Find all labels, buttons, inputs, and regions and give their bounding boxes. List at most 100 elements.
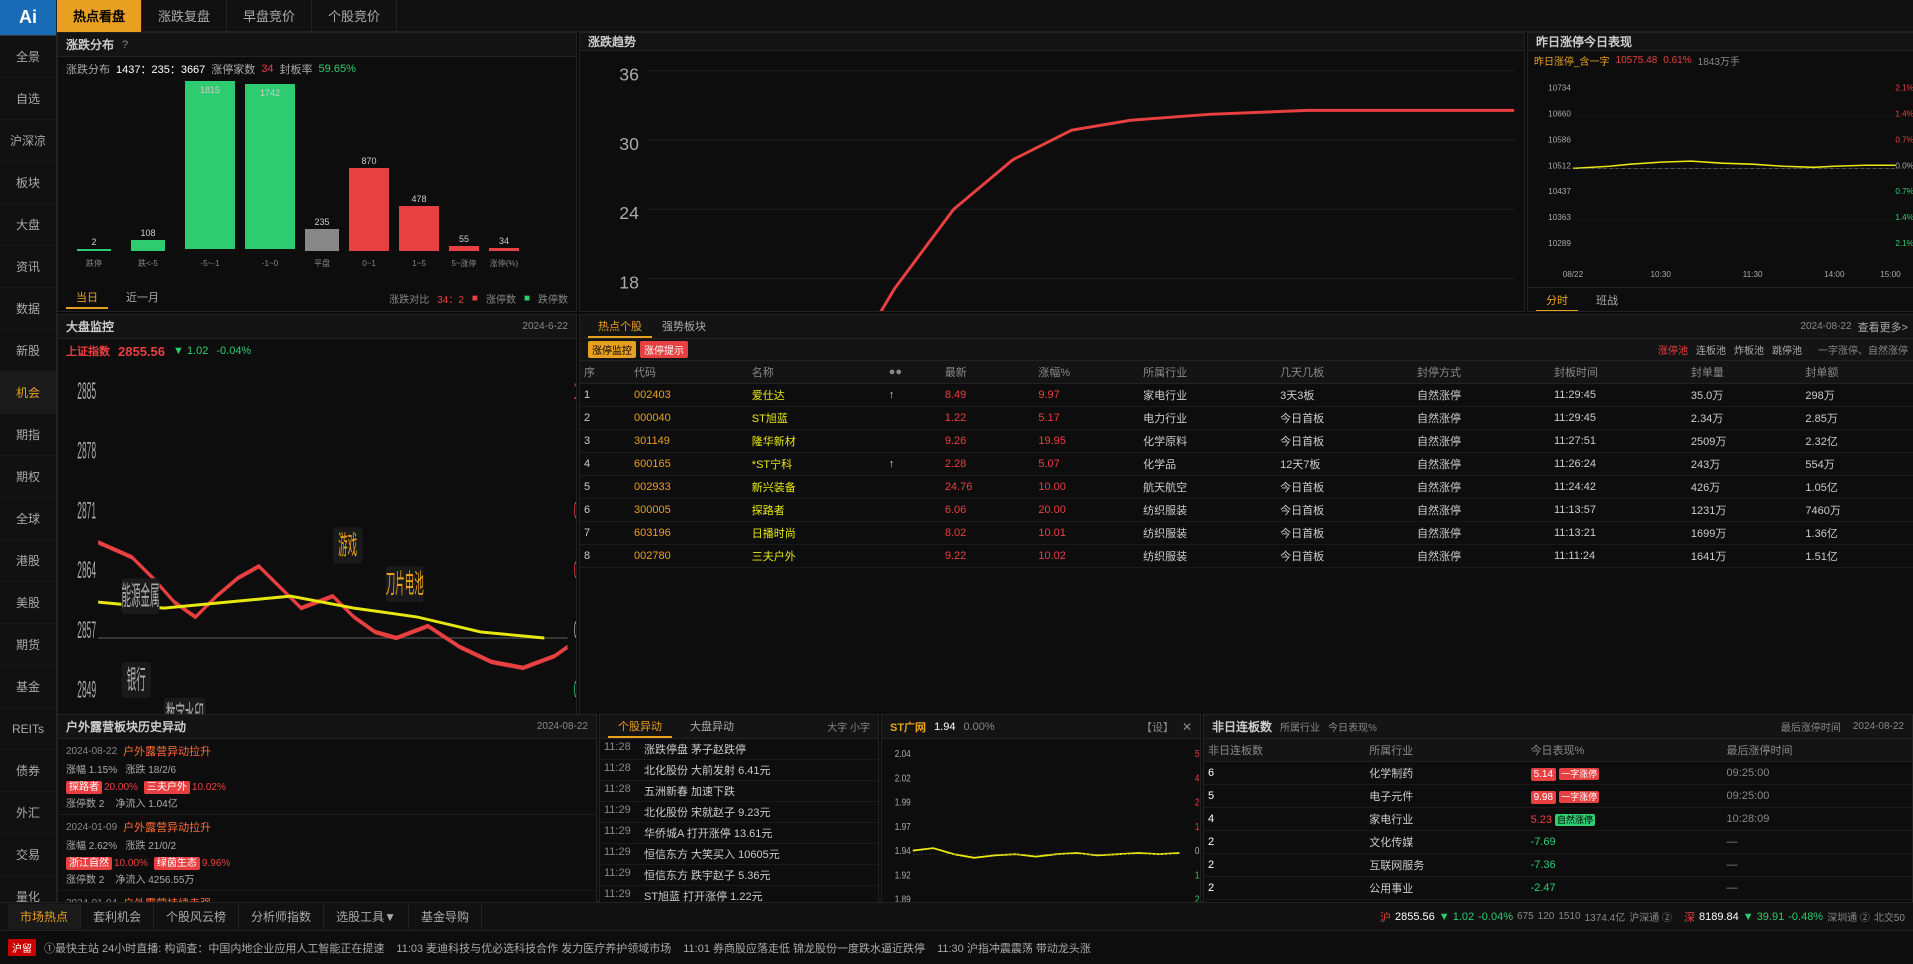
- sidebar-item-dapan[interactable]: 大盘: [0, 204, 56, 246]
- table-row[interactable]: 2 互联网服务 -7.36 —: [1204, 854, 1912, 877]
- tab-morning[interactable]: 早盘竞价: [227, 0, 312, 32]
- sidebar-item-jihui[interactable]: 机会: [0, 372, 56, 414]
- sidebar-item-ganggu[interactable]: 港股: [0, 540, 56, 582]
- subtab-month[interactable]: 近一月: [116, 287, 169, 309]
- table-row[interactable]: 1002403爱仕达↑8.499.97家电行业3天3板自然涨停11:29:453…: [580, 384, 1913, 407]
- svg-text:2.1%: 2.1%: [1895, 84, 1913, 93]
- sidebar-item-reits[interactable]: REITs: [0, 708, 56, 750]
- table-row[interactable]: 3301149隆华新材9.2619.95化学原料今日首板自然涨停11:27:51…: [580, 430, 1913, 453]
- sidebar-item-meigu[interactable]: 美股: [0, 582, 56, 624]
- bottom-tab-套利机会[interactable]: 套利机会: [81, 904, 154, 929]
- table-row[interactable]: 2000040ST旭蓝1.225.17电力行业今日首板自然涨停11:29:452…: [580, 407, 1913, 430]
- news-header: 个股异动 大盘异动 大字 小字: [600, 715, 878, 739]
- filter-pool: 涨停池 连板池 炸板池 跳停池 一字涨停、自然涨停: [1658, 342, 1908, 357]
- table-row[interactable]: 4600165*ST宁科↑2.285.07化学品12天7板自然涨停11:26:2…: [580, 453, 1913, 476]
- hot-stocks-table: 序 代码 名称 ●● 最新 涨幅% 所属行业 几天几板 封停方式 封板时间 封单…: [580, 361, 1913, 568]
- st-settings-btn[interactable]: 【设】: [1141, 719, 1174, 735]
- shenzhen-pct: -0.48%: [1788, 911, 1823, 923]
- subtab-banzhan[interactable]: 班战: [1586, 290, 1628, 312]
- sidebar-item-quanqiu[interactable]: 全球: [0, 498, 56, 540]
- tab-review[interactable]: 涨跌复盘: [142, 0, 227, 32]
- shenzhen-index: 8189.84: [1699, 911, 1739, 923]
- bottom-tab-基金导购[interactable]: 基金导购: [409, 904, 482, 929]
- pool-tiao[interactable]: 跳停池: [1772, 342, 1802, 357]
- table-row[interactable]: 6 化学制药 5.14 一字涨停 09:25:00: [1204, 762, 1912, 785]
- svg-text:24: 24: [619, 203, 639, 223]
- sidebar-item-bankuai[interactable]: 板块: [0, 162, 56, 204]
- history-item: 2024-01-09 户外露营异动拉升 涨幅 2.62% 涨跌 21/0/2 浙…: [58, 815, 596, 891]
- sidebar-item-jijin[interactable]: 基金: [0, 666, 56, 708]
- table-row[interactable]: 6300005探路者6.0620.00纺织服装今日首板自然涨停11:13:571…: [580, 499, 1913, 522]
- sidebar-item-quanjing[interactable]: 全景: [0, 36, 56, 78]
- history-item: 2024-08-22 户外露营异动拉升 涨幅 1.15% 涨跌 18/2/6 探…: [58, 739, 596, 815]
- yesterday-chart: 10734 10660 10586 10512 10437 10363 1028…: [1528, 70, 1913, 287]
- sidebar-item-qiquan[interactable]: 期权: [0, 456, 56, 498]
- table-row[interactable]: 5 电子元件 9.98 一字涨停 09:25:00: [1204, 785, 1912, 808]
- yesterday-svg: 10734 10660 10586 10512 10437 10363 1028…: [1528, 70, 1913, 287]
- sidebar-item-qihuo[interactable]: 期货: [0, 624, 56, 666]
- svg-text:0.7%: 0.7%: [1895, 135, 1913, 144]
- subtab-fenshi[interactable]: 分时: [1536, 290, 1578, 312]
- sidebar-item-jiaoyi[interactable]: 交易: [0, 834, 56, 876]
- ticker-content: ①最快主站 24小时直播: 构调查：中国内地企业应用人工智能正在提速11:03 …: [44, 940, 1091, 956]
- st-stock-name[interactable]: ST广网: [890, 719, 926, 735]
- svg-text:10512: 10512: [1548, 161, 1571, 170]
- table-row[interactable]: 4 家电行业 5.23 自然涨停 10:28:09: [1204, 808, 1912, 831]
- svg-text:18: 18: [619, 272, 639, 292]
- table-row[interactable]: 2 公用事业 -2.47 —: [1204, 877, 1912, 900]
- sidebar-item-xingu[interactable]: 新股: [0, 330, 56, 372]
- col-stop-vol: 封单量: [1687, 361, 1802, 384]
- tab-hotspot[interactable]: 热点看盘: [57, 0, 142, 32]
- zhang-die-help[interactable]: ?: [122, 39, 128, 51]
- news-tab-individual[interactable]: 个股异动: [608, 716, 672, 738]
- zhang-trend-panel: 涨跌趋势 36 30 24 18 12 6 0: [579, 32, 1525, 312]
- subtab-today[interactable]: 当日: [66, 287, 108, 309]
- table-row[interactable]: 2 文化传媒 -7.69 —: [1204, 831, 1912, 854]
- table-row[interactable]: 5002933新兴装备24.7610.00航天航空今日首板自然涨停11:24:4…: [580, 476, 1913, 499]
- col-stop-type: 封停方式: [1413, 361, 1550, 384]
- svg-text:1.4%: 1.4%: [1895, 110, 1913, 119]
- filter-zhang-ting-tishi[interactable]: 涨停提示: [640, 341, 688, 358]
- table-row[interactable]: 8002780三夫户外9.2210.02纺织服装今日首板自然涨停11:11:24…: [580, 545, 1913, 568]
- bottom-tab-市场热点[interactable]: 市场热点: [8, 904, 81, 929]
- tab-hot-stocks[interactable]: 热点个股: [588, 316, 652, 338]
- dropdown-label[interactable]: 一字涨停、自然涨停: [1818, 342, 1908, 357]
- shanghai-label: 沪: [1380, 909, 1391, 925]
- sidebar-item-zhaiquan[interactable]: 债券: [0, 750, 56, 792]
- bottom-right-controls: 沪 2855.56 ▼ 1.02 -0.04% 675 120 1510 137…: [1380, 909, 1905, 925]
- sidebar-item-shuju[interactable]: 数据: [0, 288, 56, 330]
- filter-zhang-ting[interactable]: 涨停监控: [588, 341, 636, 358]
- svg-text:-1~0: -1~0: [262, 259, 279, 268]
- svg-text:870: 870: [361, 156, 376, 166]
- sidebar-item-zixun[interactable]: 资讯: [0, 246, 56, 288]
- sidebar-item-waihui[interactable]: 外汇: [0, 792, 56, 834]
- sidebar-item-hushenl[interactable]: 沪深凉: [0, 120, 56, 162]
- pool-lian[interactable]: 连板池: [1696, 342, 1726, 357]
- svg-text:0.3%: 0.3%: [574, 676, 576, 703]
- pool-zhang[interactable]: 涨停池: [1658, 342, 1688, 357]
- table-row[interactable]: 7603196日播时尚8.0210.01纺织服装今日首板自然涨停11:13:21…: [580, 522, 1913, 545]
- bottom-tab-group: 市场热点套利机会个股风云榜分析师指数选股工具▼基金导购: [8, 904, 482, 929]
- svg-text:0.0%: 0.0%: [1195, 846, 1200, 857]
- svg-text:10363: 10363: [1548, 213, 1571, 222]
- sidebar-item-qizhi[interactable]: 期指: [0, 414, 56, 456]
- bottom-tab-选股工具▼[interactable]: 选股工具▼: [324, 904, 409, 929]
- tab-strong-sector[interactable]: 强势板块: [652, 316, 716, 338]
- svg-text:2878: 2878: [77, 437, 96, 464]
- st-close-btn[interactable]: ✕: [1182, 720, 1192, 734]
- svg-text:5~涨停: 5~涨停: [451, 258, 476, 268]
- view-more-link[interactable]: 查看更多>: [1858, 319, 1908, 335]
- news-tab-market[interactable]: 大盘异动: [680, 716, 744, 738]
- svg-text:2849: 2849: [77, 676, 96, 703]
- news-font-size[interactable]: 大字 小字: [827, 719, 870, 734]
- market-monitor-title: 大盘监控: [66, 318, 114, 335]
- svg-text:0.3%: 0.3%: [574, 557, 576, 584]
- bottom-tab-分析师指数[interactable]: 分析师指数: [239, 904, 324, 929]
- bottom-tab-个股风云榜[interactable]: 个股风云榜: [154, 904, 239, 929]
- svg-text:2885: 2885: [77, 378, 96, 405]
- sidebar-item-zixuan[interactable]: 自选: [0, 78, 56, 120]
- pool-zha[interactable]: 炸板池: [1734, 342, 1764, 357]
- history-title: 户外露营板块历史异动: [66, 718, 186, 735]
- col-stop-time: 封板时间: [1550, 361, 1687, 384]
- tab-stock-price[interactable]: 个股竞价: [312, 0, 397, 32]
